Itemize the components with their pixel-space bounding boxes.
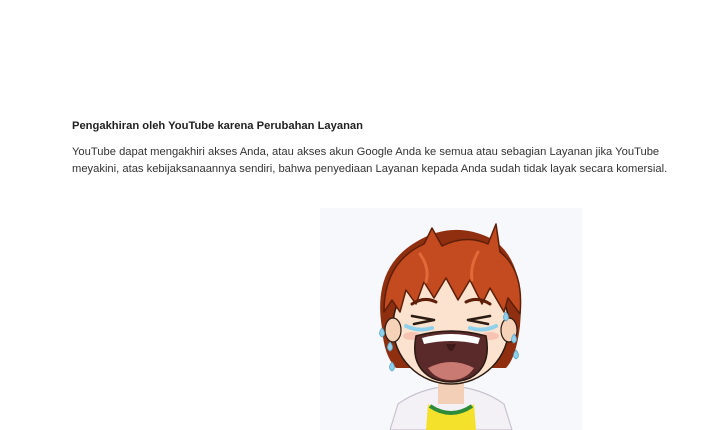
section-body: YouTube dapat mengakhiri akses Anda, ata… [72, 144, 672, 177]
section-title: Pengakhiran oleh YouTube karena Perubaha… [72, 120, 363, 132]
left-ear [384, 317, 402, 343]
crying-boy-icon [320, 208, 582, 430]
terms-section: Pengakhiran oleh YouTube karena Perubaha… [72, 118, 672, 177]
crying-boy-illustration [320, 208, 582, 430]
section-body-line-2: meyakini, atas kebijaksanaannya sendiri,… [72, 162, 668, 175]
page: Pengakhiran oleh YouTube karena Perubaha… [0, 0, 720, 430]
section-body-line-1: YouTube dapat mengakhiri akses Anda, ata… [72, 146, 660, 158]
